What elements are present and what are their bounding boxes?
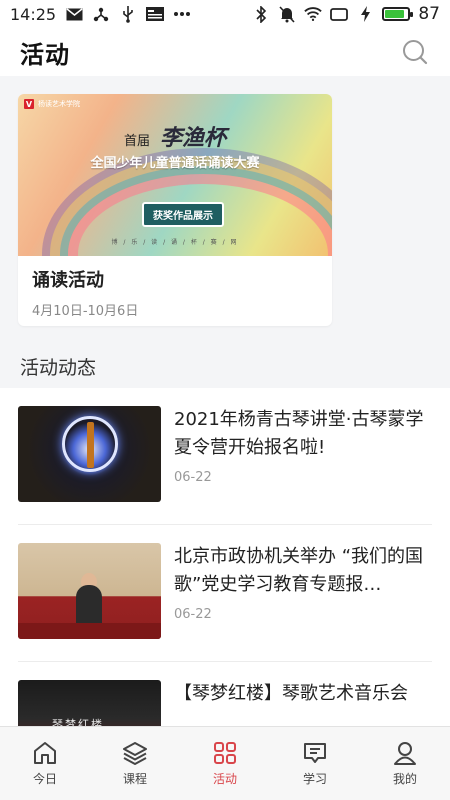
banner-logo-text: 杨读艺术学院 xyxy=(38,100,80,108)
banner-award-chip: 获奖作品展示 xyxy=(142,202,224,227)
sim-icon xyxy=(330,6,349,22)
usb-icon xyxy=(119,5,137,23)
message-board-icon xyxy=(304,743,326,763)
featured-activity-name: 诵读活动 xyxy=(32,270,104,291)
news-title: 2021年杨青古琴讲堂·古琴蒙学夏令营开始报名啦! xyxy=(174,409,424,458)
bluetooth-icon xyxy=(252,5,270,23)
mail-icon xyxy=(65,6,83,22)
tab-label: 活动 xyxy=(212,772,237,786)
logo-mark-icon: V xyxy=(24,99,34,109)
featured-section: V 杨读艺术学院 首届 李渔杯 全国少年儿童普通话诵读大赛 获奖作品展示 博 / … xyxy=(0,76,450,344)
featured-banner[interactable]: V 杨读艺术学院 首届 李渔杯 全国少年儿童普通话诵读大赛 获奖作品展示 博 / … xyxy=(18,94,332,256)
banner-heading-prefix: 首届 xyxy=(123,134,150,149)
thumbnail-desk xyxy=(18,623,161,639)
thumbnail-caption: 琴梦红楼 xyxy=(52,718,104,726)
battery-level xyxy=(385,10,405,18)
app-header: 活动 xyxy=(0,28,450,76)
battery-icon xyxy=(382,7,414,21)
news-thumbnail xyxy=(18,406,161,502)
news-date: 06-22 xyxy=(174,470,212,485)
news-text: 【琴梦红楼】琴歌艺术音乐会 xyxy=(161,680,432,726)
news-thumbnail: 琴梦红楼 xyxy=(18,680,161,726)
tab-me[interactable]: 我的 xyxy=(360,727,450,800)
battery-percent: 87 xyxy=(418,4,440,24)
banner-cup-title: 李渔杯 xyxy=(160,125,227,151)
more-dots-icon xyxy=(173,6,191,22)
news-title: 【琴梦红楼】琴歌艺术音乐会 xyxy=(174,683,408,704)
news-text: 北京市政协机关举办 “我们的国歌”党史学习教育专题报… 06-22 xyxy=(161,543,432,661)
news-text: 2021年杨青古琴讲堂·古琴蒙学夏令营开始报名啦! 06-22 xyxy=(161,406,432,524)
tab-today[interactable]: 今日 xyxy=(0,727,90,800)
featured-card-body: 诵读活动 4月10日-10月6日 xyxy=(18,256,332,326)
search-icon xyxy=(403,40,428,65)
mute-icon xyxy=(278,5,296,23)
tab-study[interactable]: 学习 xyxy=(270,727,360,800)
news-date: 06-22 xyxy=(174,607,212,622)
tab-label: 我的 xyxy=(392,772,417,786)
status-bar: 14:25 87 xyxy=(0,0,450,28)
tab-activities[interactable]: 活动 xyxy=(180,727,270,800)
bottom-tab-bar: 今日 课程 活动 学习 我的 xyxy=(0,726,450,800)
news-item[interactable]: 琴梦红楼 【琴梦红楼】琴歌艺术音乐会 xyxy=(18,662,432,726)
news-icon xyxy=(146,6,165,22)
banner-heading: 首届 李渔杯 xyxy=(18,120,332,152)
news-item[interactable]: 2021年杨青古琴讲堂·古琴蒙学夏令营开始报名啦! 06-22 xyxy=(18,388,432,525)
status-time: 14:25 xyxy=(10,4,57,24)
wifi-icon xyxy=(304,6,323,22)
main-content[interactable]: V 杨读艺术学院 首届 李渔杯 全国少年儿童普通话诵读大赛 获奖作品展示 博 / … xyxy=(0,76,450,726)
share-icon xyxy=(92,6,110,22)
search-button[interactable] xyxy=(400,37,430,67)
featured-activity-date: 4月10日-10月6日 xyxy=(32,304,139,319)
user-icon xyxy=(394,742,416,765)
page-title: 活动 xyxy=(20,40,70,69)
news-list: 2021年杨青古琴讲堂·古琴蒙学夏令营开始报名啦! 06-22 北京市政协机关举… xyxy=(0,388,450,726)
tab-label: 学习 xyxy=(302,772,327,786)
news-item[interactable]: 北京市政协机关举办 “我们的国歌”党史学习教育专题报… 06-22 xyxy=(18,525,432,662)
tab-label: 今日 xyxy=(32,772,57,786)
section-title: 活动动态 xyxy=(20,356,97,379)
tab-label: 课程 xyxy=(122,772,147,786)
news-title: 北京市政协机关举办 “我们的国歌”党史学习教育专题报… xyxy=(174,546,424,595)
thumbnail-speaker xyxy=(76,585,102,625)
home-icon xyxy=(34,742,56,764)
charging-icon xyxy=(356,6,374,22)
grid-icon xyxy=(214,742,236,764)
news-thumbnail xyxy=(18,543,161,639)
thumbnail-guqin-decoration xyxy=(87,422,94,468)
layers-icon xyxy=(123,742,147,765)
banner-subtitle: 全国少年儿童普通话诵读大赛 xyxy=(90,156,260,171)
banner-logo: V 杨读艺术学院 xyxy=(24,99,80,109)
tab-courses[interactable]: 课程 xyxy=(90,727,180,800)
featured-activity-card[interactable]: V 杨读艺术学院 首届 李渔杯 全国少年儿童普通话诵读大赛 获奖作品展示 博 / … xyxy=(18,94,332,326)
banner-footer-text: 博 / 乐 / 读 / 诵 / 杯 / 赛 / 网 xyxy=(111,239,239,246)
